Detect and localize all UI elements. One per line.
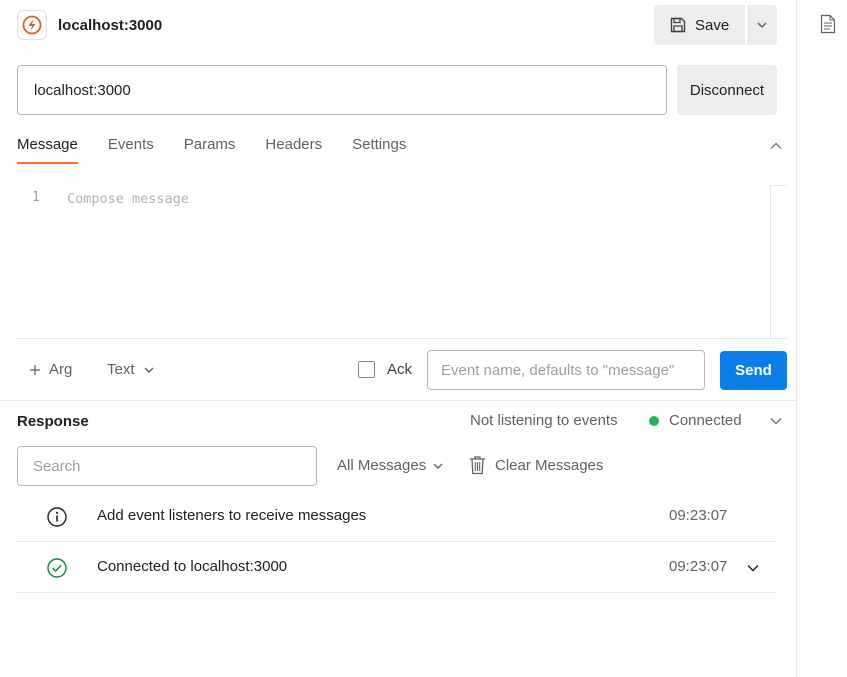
message-type-label: Text [107, 361, 135, 378]
chevron-down-icon [757, 22, 767, 29]
socketio-icon [17, 10, 47, 40]
arg-label: Arg [49, 361, 73, 378]
clear-messages-button[interactable]: Clear Messages [469, 455, 603, 475]
listen-status[interactable]: Not listening to events [470, 412, 618, 429]
message-editor[interactable]: 1 Compose message [17, 185, 787, 339]
section-divider [0, 400, 796, 401]
filter-label: All Messages [337, 457, 427, 474]
ack-label: Ack [387, 361, 413, 378]
response-chevron-down-icon[interactable] [769, 414, 783, 428]
add-arg-button[interactable]: Arg [29, 361, 72, 378]
message-text: Connected to localhost:3000 [97, 558, 288, 575]
collapse-chevron-up-icon[interactable] [769, 139, 783, 153]
documentation-icon[interactable] [820, 14, 836, 34]
right-sidebar [796, 0, 847, 677]
tab-params[interactable]: Params [184, 134, 236, 164]
compose-placeholder: Compose message [67, 191, 189, 207]
save-label: Save [695, 16, 730, 34]
event-name-input[interactable]: Event name, defaults to "message" [427, 350, 705, 390]
line-number: 1 [32, 190, 40, 205]
search-input[interactable]: Search [17, 446, 317, 486]
message-row[interactable]: Add event listeners to receive messages … [17, 491, 777, 542]
connection-status: Connected [669, 412, 742, 429]
ack-checkbox[interactable] [358, 361, 375, 378]
request-title: localhost:3000 [58, 17, 163, 34]
message-filter-select[interactable]: All Messages [337, 457, 444, 474]
save-icon [670, 17, 686, 33]
tab-settings[interactable]: Settings [352, 134, 406, 164]
save-options-button[interactable] [747, 5, 777, 45]
request-tabs: Message Events Params Headers Settings [17, 134, 406, 166]
response-title: Response [17, 413, 89, 430]
save-group: Save [654, 5, 777, 45]
url-input[interactable]: localhost:3000 [17, 65, 667, 115]
save-button[interactable]: Save [654, 5, 745, 45]
tab-events[interactable]: Events [108, 134, 154, 164]
trash-icon [470, 456, 485, 475]
tab-headers[interactable]: Headers [265, 134, 322, 164]
connected-status-dot [649, 416, 659, 426]
request-panel: localhost:3000 Save localhost:3000 Disco… [0, 0, 796, 677]
send-button[interactable]: Send [720, 351, 787, 390]
info-icon [47, 507, 67, 527]
clear-label: Clear Messages [495, 456, 604, 474]
message-type-select[interactable]: Text [107, 361, 155, 378]
message-text: Add event listeners to receive messages [97, 507, 367, 524]
expand-chevron-down-icon[interactable] [746, 561, 760, 575]
request-header: localhost:3000 Save [17, 5, 777, 45]
plus-icon [30, 364, 40, 375]
message-time: 09:23:07 [669, 558, 728, 575]
tab-message[interactable]: Message [17, 134, 78, 164]
ack-toggle[interactable]: Ack [358, 361, 412, 378]
chevron-down-icon [144, 367, 154, 373]
check-circle-icon [47, 558, 67, 578]
message-row[interactable]: Connected to localhost:3000 09:23:07 [17, 542, 777, 593]
editor-scrollbar[interactable] [770, 185, 787, 339]
chevron-down-icon [433, 463, 443, 469]
message-time: 09:23:07 [669, 507, 728, 524]
disconnect-button[interactable]: Disconnect [677, 65, 777, 115]
